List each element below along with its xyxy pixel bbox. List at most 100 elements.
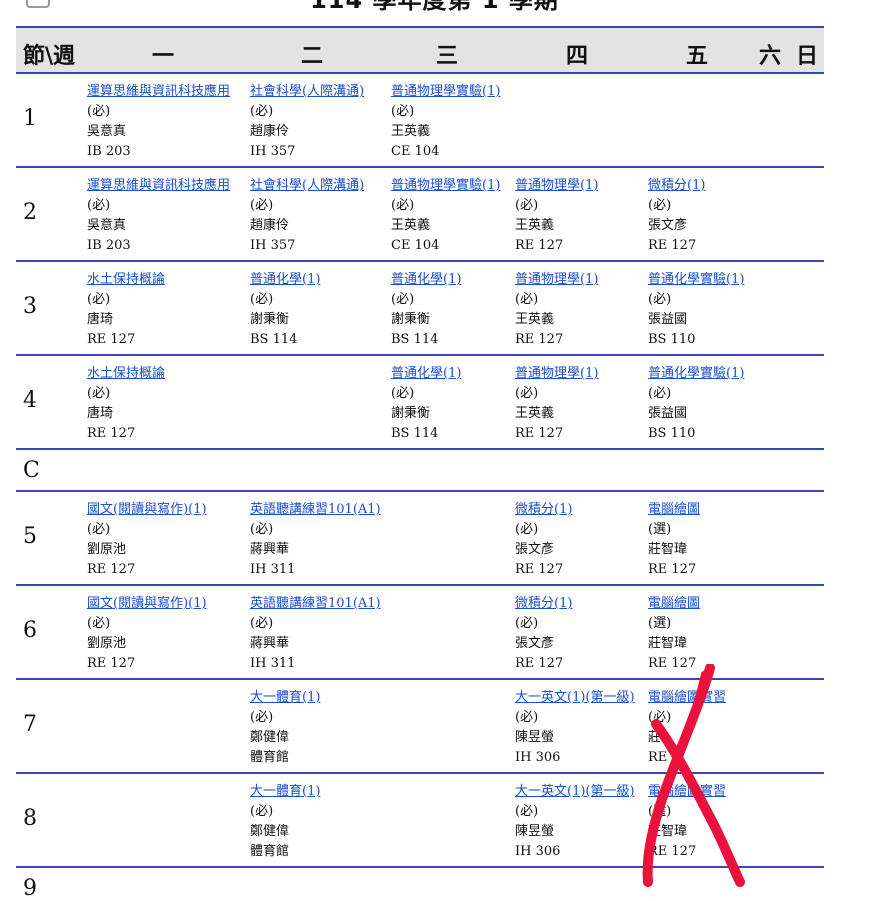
course-link[interactable]: 微積分(1) bbox=[648, 176, 705, 196]
course-link[interactable]: 普通物理學(1) bbox=[515, 364, 598, 384]
course-cell: 普通化學(1) (必) 謝秉衡 BS 114 bbox=[391, 364, 461, 444]
course-cell: 普通化學實驗(1) (必) 張益國 BS 110 bbox=[648, 270, 744, 350]
course-requirement: (必) bbox=[515, 804, 539, 819]
course-requirement: (必) bbox=[515, 292, 539, 307]
room-code: RE 127 bbox=[87, 332, 136, 347]
course-requirement: (必) bbox=[250, 198, 274, 213]
course-cell: 普通物理學(1) (必) 王英義 RE 127 bbox=[515, 176, 598, 256]
period-number: 1 bbox=[23, 106, 37, 131]
teacher-name: 張文彥 bbox=[648, 218, 688, 233]
course-link[interactable]: 微積分(1) bbox=[515, 500, 572, 520]
course-requirement: (必) bbox=[250, 292, 274, 307]
table-row: 1 運算思維與資訊科技應用 (必) 吳意真 IB 203 社會科學(人際溝通) (必) 趙康伶… bbox=[16, 74, 824, 168]
course-link[interactable]: 社會科學(人際溝通) bbox=[250, 82, 364, 102]
course-cell: 水土保持概論 (必) 唐琦 RE 127 bbox=[87, 270, 165, 350]
course-requirement: (必) bbox=[515, 198, 539, 213]
header-period-label: 節\週 bbox=[23, 44, 76, 69]
course-requirement: (必) bbox=[391, 386, 415, 401]
course-cell: 普通物理學(1) (必) 王英義 RE 127 bbox=[515, 364, 598, 444]
room-code: CE 104 bbox=[391, 238, 440, 253]
course-link[interactable]: 普通化學(1) bbox=[250, 270, 320, 290]
course-requirement: (必) bbox=[87, 616, 111, 631]
course-requirement: (必) bbox=[87, 386, 111, 401]
course-link[interactable]: 社會科學(人際溝通) bbox=[250, 176, 364, 196]
period-number: C bbox=[23, 458, 40, 483]
course-link[interactable]: 普通化學(1) bbox=[391, 270, 461, 290]
course-requirement: (必) bbox=[250, 104, 274, 119]
course-cell: 微積分(1) (必) 張文彥 RE 127 bbox=[648, 176, 705, 256]
course-link[interactable]: 英語聽講練習101(A1) bbox=[250, 500, 381, 520]
course-cell: 電腦繪圖 (選) 莊智瑋 RE 127 bbox=[648, 500, 700, 580]
teacher-name: 唐琦 bbox=[87, 406, 114, 421]
room-code: RE 127 bbox=[515, 238, 564, 253]
room-code: IH 311 bbox=[250, 656, 296, 671]
course-link[interactable]: 微積分(1) bbox=[515, 594, 572, 614]
table-row: 5 國文(閱讀與寫作)(1) (必) 劉原池 RE 127 英語聽講練習101(A1) (必… bbox=[16, 492, 824, 586]
course-cell: 水土保持概論 (必) 唐琦 RE 127 bbox=[87, 364, 165, 444]
period-number: 4 bbox=[23, 388, 37, 413]
course-requirement: (必) bbox=[250, 710, 274, 725]
course-requirement: (必) bbox=[515, 710, 539, 725]
room-code: BS 114 bbox=[391, 332, 439, 347]
course-link[interactable]: 普通物理學實驗(1) bbox=[391, 176, 500, 196]
course-link[interactable]: 大一體育(1) bbox=[250, 688, 320, 708]
course-link[interactable]: 水土保持概論 bbox=[87, 364, 165, 384]
course-link[interactable]: 英語聽講練習101(A1) bbox=[250, 594, 381, 614]
page-title: 114 學年度第 1 學期 bbox=[310, 0, 559, 14]
course-link[interactable]: 電腦繪圖 bbox=[648, 500, 700, 520]
course-requirement: (必) bbox=[648, 198, 672, 213]
teacher-name: 劉原池 bbox=[87, 636, 127, 651]
period-number: 6 bbox=[23, 618, 37, 643]
teacher-name: 王英義 bbox=[391, 218, 431, 233]
course-link[interactable]: 普通物理學實驗(1) bbox=[391, 82, 500, 102]
period-number: 5 bbox=[23, 524, 37, 549]
course-requirement: (必) bbox=[515, 616, 539, 631]
table-row: 3 水土保持概論 (必) 唐琦 RE 127 普通化學(1) (必) 謝秉衡 BS 114 普通化… bbox=[16, 262, 824, 356]
room-code: IH 311 bbox=[250, 562, 296, 577]
course-link[interactable]: 大一體育(1) bbox=[250, 782, 320, 802]
room-code: IH 306 bbox=[515, 844, 561, 859]
course-link[interactable]: 電腦繪圖 bbox=[648, 594, 700, 614]
course-cell: 普通物理學(1) (必) 王英義 RE 127 bbox=[515, 270, 598, 350]
course-requirement: (必) bbox=[391, 104, 415, 119]
room-code: RE 127 bbox=[648, 238, 697, 253]
course-link[interactable]: 大一英文(1)(第一級) bbox=[515, 782, 635, 802]
room-code: RE 127 bbox=[87, 426, 136, 441]
course-cell: 國文(閱讀與寫作)(1) (必) 劉原池 RE 127 bbox=[87, 594, 207, 674]
course-cell: 大一英文(1)(第一級) (必) 陳昱螢 IH 306 bbox=[515, 688, 635, 768]
course-link[interactable]: 國文(閱讀與寫作)(1) bbox=[87, 500, 207, 520]
course-link[interactable]: 普通化學實驗(1) bbox=[648, 364, 744, 384]
course-requirement: (必) bbox=[515, 522, 539, 537]
course-requirement: (必) bbox=[391, 292, 415, 307]
teacher-name: 陳昱螢 bbox=[515, 824, 555, 839]
course-link[interactable]: 普通化學(1) bbox=[391, 364, 461, 384]
course-link[interactable]: 普通物理學(1) bbox=[515, 176, 598, 196]
course-link[interactable]: 普通物理學(1) bbox=[515, 270, 598, 290]
teacher-name: 趙康伶 bbox=[250, 218, 290, 233]
course-cell: 國文(閱讀與寫作)(1) (必) 劉原池 RE 127 bbox=[87, 500, 207, 580]
header-day-sat: 六 bbox=[759, 44, 782, 69]
course-requirement: (必) bbox=[515, 386, 539, 401]
room-code: RE 127 bbox=[87, 656, 136, 671]
course-requirement: (必) bbox=[648, 292, 672, 307]
header-day-tue: 二 bbox=[301, 44, 324, 69]
course-link[interactable]: 運算思維與資訊科技應用 bbox=[87, 82, 230, 102]
period-number: 8 bbox=[23, 806, 37, 831]
course-cell: 普通化學(1) (必) 謝秉衡 BS 114 bbox=[250, 270, 320, 350]
course-link[interactable]: 大一英文(1)(第一級) bbox=[515, 688, 635, 708]
room-code: RE 127 bbox=[515, 562, 564, 577]
period-number: 3 bbox=[23, 294, 37, 319]
room-code: BS 110 bbox=[648, 332, 696, 347]
course-requirement: (必) bbox=[87, 104, 111, 119]
teacher-name: 謝秉衡 bbox=[391, 406, 431, 421]
course-requirement: (必) bbox=[391, 198, 415, 213]
course-cell: 大一體育(1) (必) 鄭健偉 體育館 bbox=[250, 688, 320, 768]
course-link[interactable]: 水土保持概論 bbox=[87, 270, 165, 290]
course-link[interactable]: 國文(閱讀與寫作)(1) bbox=[87, 594, 207, 614]
table-header: 節\週 一 二 三 四 五 六 日 bbox=[16, 26, 824, 74]
course-requirement: (選) bbox=[648, 522, 672, 537]
course-link[interactable]: 普通化學實驗(1) bbox=[648, 270, 744, 290]
teacher-name: 趙康伶 bbox=[250, 124, 290, 139]
course-link[interactable]: 運算思維與資訊科技應用 bbox=[87, 176, 230, 196]
teacher-name: 陳昱螢 bbox=[515, 730, 555, 745]
